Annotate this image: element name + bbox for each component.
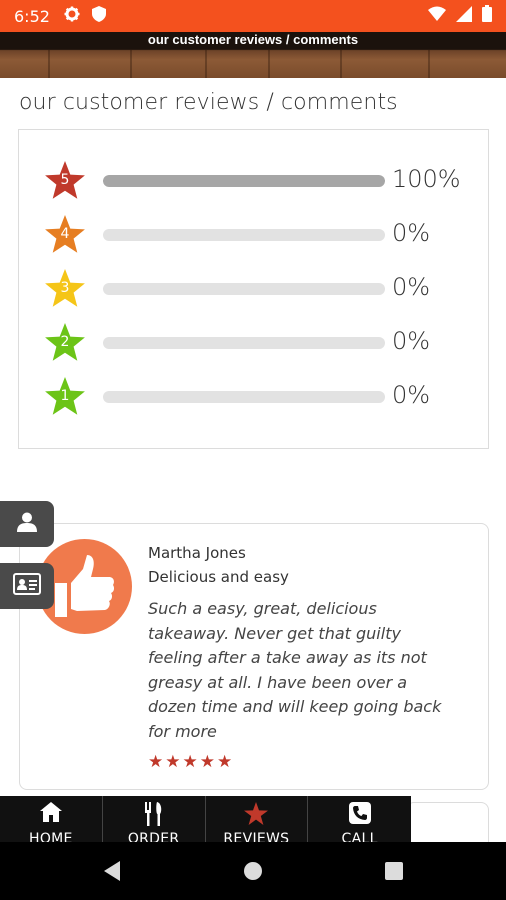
phone-icon — [348, 802, 371, 824]
wifi-icon — [428, 6, 446, 26]
signal-icon — [456, 5, 472, 27]
rating-bar-fill — [103, 175, 385, 187]
star-5-icon: 5 — [43, 159, 87, 203]
nav-call-label: CALL — [341, 831, 378, 842]
nav-reviews[interactable]: REVIEWS — [206, 796, 309, 842]
review-stars: ★★★★★ — [148, 752, 235, 771]
rating-bar — [103, 283, 385, 295]
battery-icon — [482, 5, 492, 27]
star-number: 2 — [60, 334, 70, 350]
contact-button[interactable] — [0, 563, 54, 609]
nav-reviews-label: REVIEWS — [223, 831, 290, 842]
gear-icon — [64, 6, 80, 27]
utensils-icon — [144, 802, 164, 826]
star-number: 5 — [60, 172, 70, 188]
header-banner: our customer reviews / comments — [0, 32, 506, 78]
rating-percent: 100% — [392, 165, 461, 193]
star-1-icon: 1 — [43, 375, 87, 419]
star-number: 3 — [60, 280, 70, 296]
rating-row-1: 1 0% — [19, 375, 490, 419]
banner-title: our customer reviews / comments — [147, 32, 359, 47]
rating-bar — [103, 175, 385, 187]
rating-percent: 0% — [392, 273, 431, 301]
back-icon[interactable] — [102, 860, 122, 887]
rating-percent: 0% — [392, 219, 431, 247]
nav-home-label: HOME — [29, 831, 73, 842]
page-title: our customer reviews / comments — [19, 90, 398, 115]
rating-percent: 0% — [392, 327, 431, 355]
star-icon — [244, 802, 269, 825]
android-nav-bar — [0, 842, 506, 900]
ratings-summary-card: 5 100% 4 0% 3 0% 2 0% 1 0% — [18, 129, 489, 449]
rating-row-5: 5 100% — [19, 159, 490, 203]
rating-bar — [103, 391, 385, 403]
star-number: 1 — [60, 388, 70, 404]
star-3-icon: 3 — [43, 267, 87, 311]
star-4-icon: 4 — [43, 213, 87, 257]
nav-order[interactable]: ORDER — [103, 796, 206, 842]
user-icon — [16, 511, 38, 538]
rating-row-4: 4 0% — [19, 213, 490, 257]
status-time: 6:52 — [14, 6, 50, 26]
status-bar: 6:52 — [0, 0, 506, 32]
nav-home[interactable]: HOME — [0, 796, 103, 842]
home-icon — [39, 802, 62, 824]
nav-call[interactable]: CALL — [308, 796, 411, 842]
rating-bar — [103, 337, 385, 349]
app-screen: 6:52 our customer reviews / comments our… — [0, 0, 506, 900]
rating-row-3: 3 0% — [19, 267, 490, 311]
reviewer-name: Martha Jones — [148, 544, 246, 562]
review-title: Delicious and easy — [148, 568, 289, 586]
contact-card-icon — [13, 572, 41, 600]
rating-row-2: 2 0% — [19, 321, 490, 365]
rating-percent: 0% — [392, 381, 431, 409]
rating-bar — [103, 229, 385, 241]
profile-button[interactable] — [0, 501, 54, 547]
star-2-icon: 2 — [43, 321, 87, 365]
recents-icon[interactable] — [384, 860, 404, 887]
bottom-nav: HOME ORDER REVIEWS CALL — [0, 796, 411, 842]
review-text: Such a easy, great, delicious takeaway. … — [148, 599, 442, 741]
shield-icon — [91, 5, 106, 27]
star-number: 4 — [60, 226, 70, 242]
nav-order-label: ORDER — [127, 831, 180, 842]
home-circle-icon[interactable] — [243, 860, 263, 887]
